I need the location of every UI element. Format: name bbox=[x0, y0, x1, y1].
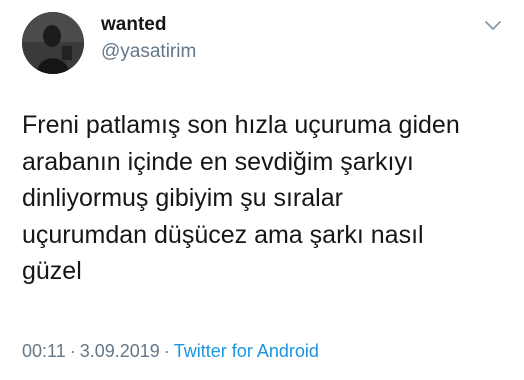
tweet-text-line: Freni patlamış son hızla uçuruma giden bbox=[22, 111, 460, 139]
tweet-date[interactable]: 3.09.2019 bbox=[80, 341, 160, 361]
tweet-text-line: dinliyormuş gibiyim şu sıralar bbox=[22, 184, 343, 212]
avatar[interactable] bbox=[22, 12, 84, 74]
tweet-card: wanted @yasatirim Freni patlamış son hız… bbox=[0, 0, 524, 380]
tweet-text: Freni patlamış son hızla uçuruma giden a… bbox=[22, 107, 512, 290]
tweet-source-link[interactable]: Twitter for Android bbox=[174, 341, 319, 361]
tweet-meta: 00:11 · 3.09.2019 · Twitter for Android bbox=[22, 341, 319, 362]
tweet-time[interactable]: 00:11 bbox=[22, 341, 66, 361]
meta-separator: · bbox=[163, 341, 170, 361]
tweet-text-line: güzel bbox=[22, 257, 82, 285]
chevron-down-icon[interactable] bbox=[484, 20, 502, 32]
author-handle[interactable]: @yasatirim bbox=[101, 41, 196, 63]
tweet-text-line: arabanın içinde en sevdiğim şarkıyı bbox=[22, 147, 414, 176]
avatar-photo bbox=[22, 12, 84, 74]
meta-separator: · bbox=[69, 341, 76, 361]
tweet-text-line: uçurumdan düşücez ama şarkı nasıl bbox=[22, 220, 424, 249]
author-name[interactable]: wanted bbox=[101, 14, 166, 36]
